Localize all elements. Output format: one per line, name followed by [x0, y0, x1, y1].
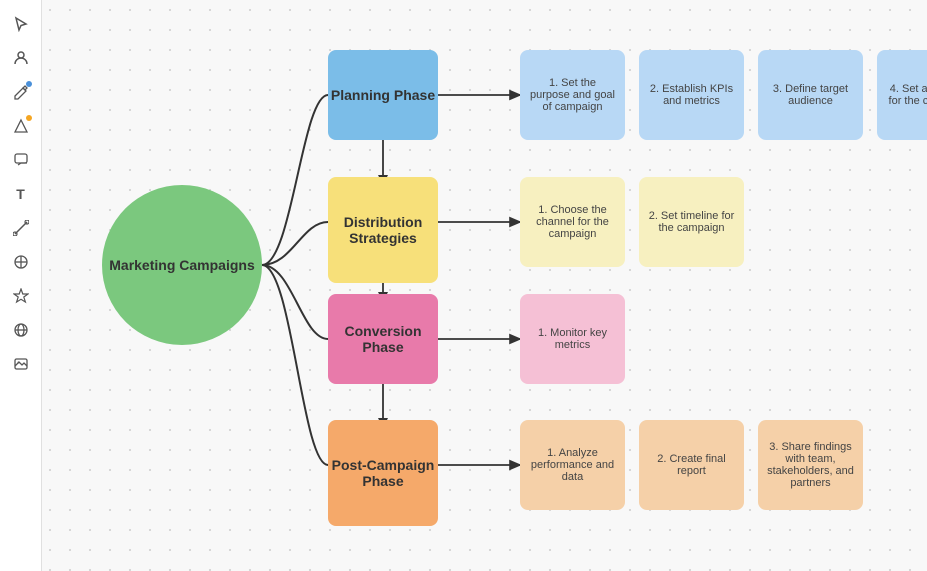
- pencil-icon[interactable]: [7, 78, 35, 106]
- user-icon[interactable]: [7, 44, 35, 72]
- postcampaign-sub-3: 3. Share findings with team, stakeholder…: [758, 420, 863, 510]
- planning-phase-box: Planning Phase: [328, 50, 438, 140]
- planning-sub-3: 3. Define target audience: [758, 50, 863, 140]
- text-icon[interactable]: T: [7, 180, 35, 208]
- postcampaign-phase-box: Post-Campaign Phase: [328, 420, 438, 526]
- conversion-sub-1: 1. Monitor key metrics: [520, 294, 625, 384]
- planning-sub-4: 4. Set a concept for the campaign: [877, 50, 927, 140]
- planning-sub-2: 2. Establish KPIs and metrics: [639, 50, 744, 140]
- image-icon[interactable]: [7, 350, 35, 378]
- globe-icon[interactable]: [7, 316, 35, 344]
- distribution-sub-2: 2. Set timeline for the campaign: [639, 177, 744, 267]
- network-icon[interactable]: [7, 248, 35, 276]
- distribution-phase-box: Distribution Strategies: [328, 177, 438, 283]
- main-canvas: Marketing Campaigns Planning Phase 1. Se…: [42, 0, 927, 571]
- connector-icon[interactable]: [7, 214, 35, 242]
- cursor-icon[interactable]: [7, 10, 35, 38]
- conversion-phase-box: Conversion Phase: [328, 294, 438, 384]
- center-node: Marketing Campaigns: [102, 185, 262, 345]
- comment-icon[interactable]: [7, 146, 35, 174]
- planning-sub-1: 1. Set the purpose and goal of campaign: [520, 50, 625, 140]
- shape-icon[interactable]: [7, 112, 35, 140]
- star-icon[interactable]: [7, 282, 35, 310]
- postcampaign-sub-2: 2. Create final report: [639, 420, 744, 510]
- postcampaign-sub-1: 1. Analyze performance and data: [520, 420, 625, 510]
- distribution-sub-1: 1. Choose the channel for the campaign: [520, 177, 625, 267]
- toolbar: T: [0, 0, 42, 571]
